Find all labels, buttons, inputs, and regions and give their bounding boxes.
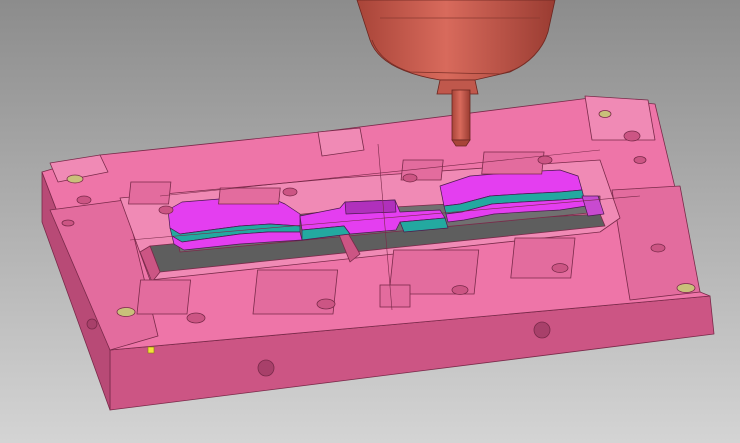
- origin-marker-icon[interactable]: [147, 346, 155, 354]
- mold-scene: [0, 0, 740, 443]
- cad-3d-viewport[interactable]: [0, 0, 740, 443]
